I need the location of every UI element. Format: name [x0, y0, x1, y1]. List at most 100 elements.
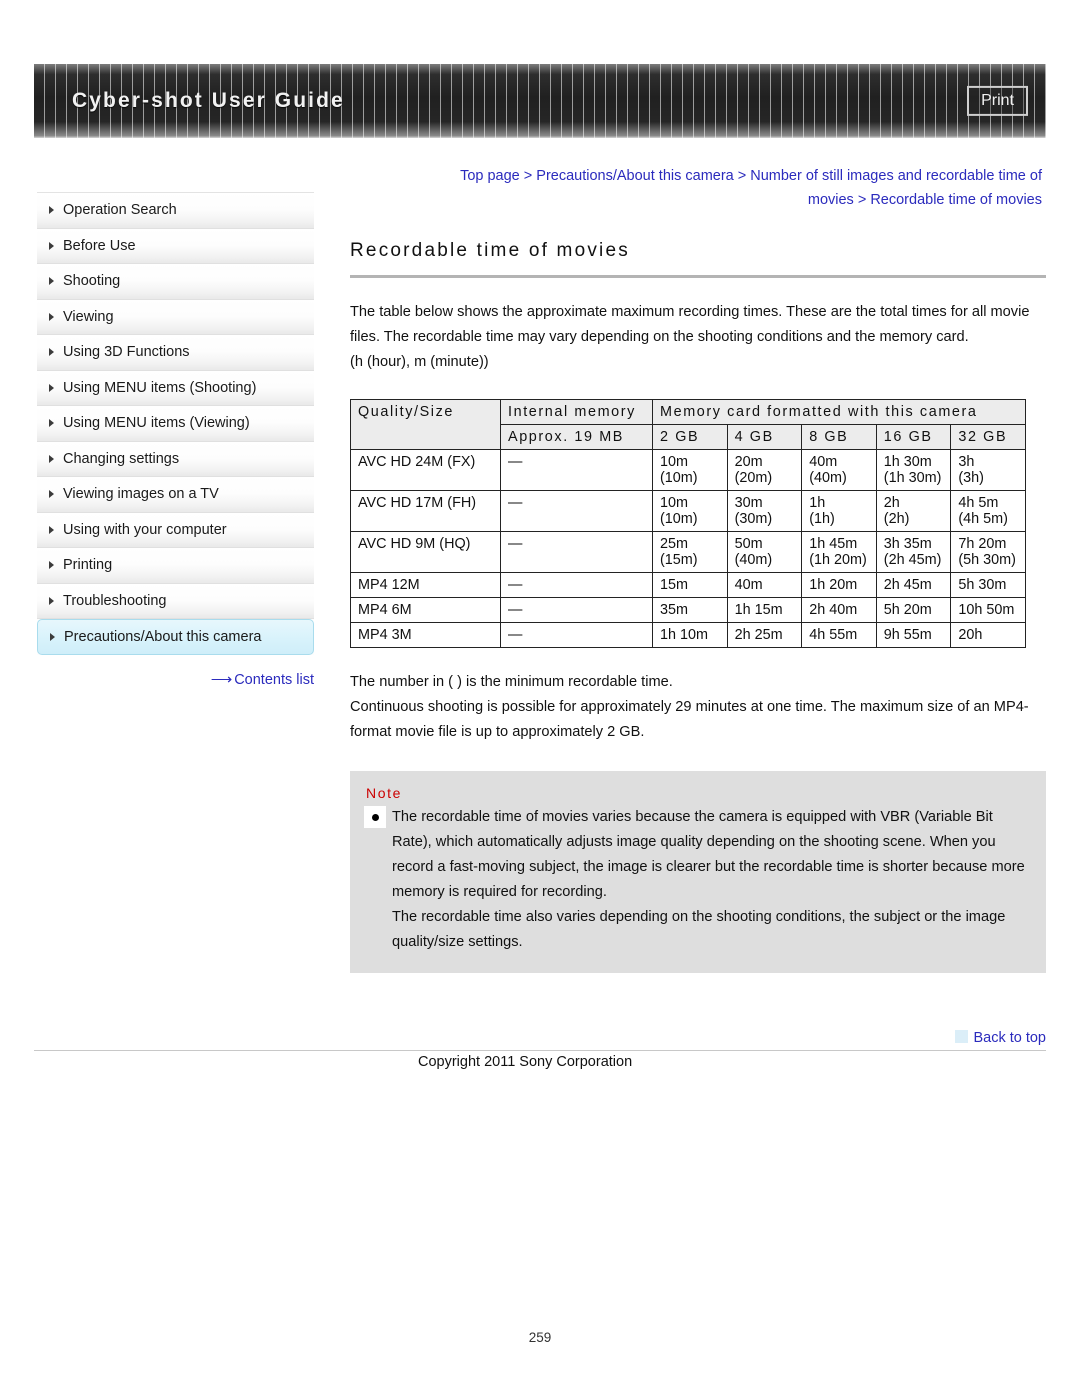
col-header-capacity: Approx. 19 MB [500, 424, 653, 450]
cell-internal-memory: — [500, 490, 653, 532]
cell-recordable-time: 40m [726, 572, 803, 598]
cell-min-value: (40m) [734, 552, 773, 568]
cell-recordable-time: 50m (40m) [726, 531, 803, 573]
cell-main-value: 20m [734, 454, 763, 470]
site-header-banner: Cyber-shot User Guide Print [34, 64, 1046, 138]
cell-min-value: (40m) [809, 470, 847, 486]
cell-main-value: 1h 20m [809, 577, 858, 593]
breadcrumb[interactable]: Top page > Precautions/About this camera… [390, 164, 1042, 212]
sidebar-item-viewing[interactable]: Viewing [37, 299, 314, 335]
sidebar-item-operation-search[interactable]: Operation Search [37, 193, 314, 229]
sidebar-item-label: Using with your computer [63, 521, 227, 538]
triangle-right-icon [49, 348, 54, 357]
cell-recordable-time: 4h 55m [801, 622, 877, 648]
table-row: AVC HD 9M (HQ) —25m (15m) 50m (40m) 1h 45m (1h… [350, 531, 1026, 573]
print-button[interactable]: Print [967, 85, 1028, 117]
triangle-right-icon [49, 419, 54, 428]
cell-min-value: (1h) [809, 511, 835, 527]
col-header-quality-size: Quality/Size [350, 399, 501, 450]
sidebar-item-label: Troubleshooting [63, 592, 167, 609]
sidebar-item-shooting[interactable]: Shooting [37, 264, 314, 300]
cell-min-value: (15m) [660, 552, 698, 568]
sidebar-item-label: Viewing images on a TV [63, 486, 219, 503]
row-label-quality: AVC HD 9M (HQ) [350, 531, 501, 573]
cell-main-value: 1h 30m [883, 454, 932, 470]
cell-main-value: 30m [734, 495, 763, 511]
sidebar-item-label: Shooting [63, 273, 121, 290]
cell-min-value: (20m) [734, 470, 773, 486]
cell-recordable-time: 4h 5m (4h 5m) [950, 490, 1026, 532]
row-label-quality: AVC HD 17M (FH) [350, 490, 501, 532]
copyright-text: Copyright 2011 Sony Corporation [418, 1054, 633, 1070]
triangle-right-icon [49, 206, 54, 215]
col-header-capacity: 2 GB [652, 424, 728, 450]
cell-recordable-time: 1h 15m [726, 597, 803, 623]
sidebar-item-viewing-images-on-a-tv[interactable]: Viewing images on a TV [37, 477, 314, 513]
cell-main-value: 50m [734, 536, 763, 552]
triangle-right-icon [49, 596, 54, 605]
col-header-capacity: 16 GB [875, 424, 952, 450]
col-header-capacity: 8 GB [801, 424, 877, 450]
cell-recordable-time: 9h 55m [875, 622, 952, 648]
cell-min-value: (2h) [883, 511, 910, 527]
units-note: (h (hour), m (minute)) [350, 354, 489, 370]
breadcrumb-line-1[interactable]: Top page > Precautions/About this camera… [460, 168, 1042, 184]
table-header-row-1: Quality/Size Internal memory Memory card f… [350, 399, 1026, 450]
back-to-top-icon [955, 1030, 969, 1043]
table-row: AVC HD 24M (FX) —10m (10m) 20m (20m) 40m (40m)… [350, 449, 1026, 491]
cell-recordable-time: 1h 10m [652, 622, 728, 648]
contents-list-link[interactable]: ⟶ Contents list [37, 670, 314, 688]
cell-recordable-time: 2h (2h) [875, 490, 952, 532]
cell-main-value: 25m [660, 536, 688, 552]
bullet-icon [364, 806, 386, 828]
table-row: MP4 3M — 1h 10m 2h 25m 4h 55m 9h 55m 20h [350, 622, 1026, 648]
sidebar-item-precautions-about-this-camera[interactable]: Precautions/About this camera [37, 619, 314, 655]
triangle-right-icon [49, 561, 54, 570]
sidebar-item-printing[interactable]: Printing [37, 548, 314, 584]
note-body: The recordable time of movies varies bec… [392, 805, 1028, 955]
cell-main-value: 40m [734, 577, 763, 593]
sidebar-item-before-use[interactable]: Before Use [37, 228, 314, 264]
cell-internal-memory: — [500, 622, 653, 648]
cell-recordable-time: 2h 45m [875, 572, 952, 598]
cell-main-value: 4h 55m [809, 627, 858, 643]
back-to-top-label[interactable]: Back to top [973, 1030, 1046, 1046]
cell-min-value: (10m) [660, 511, 698, 527]
sidebar-item-using-with-your-computer[interactable]: Using with your computer [37, 512, 314, 548]
cell-main-value: 5h 30m [958, 577, 1007, 593]
cell-recordable-time: 15m [652, 572, 728, 598]
cell-min-value: (10m) [660, 470, 698, 486]
sidebar-item-using-menu-items-viewing[interactable]: Using MENU items (Viewing) [37, 406, 314, 442]
contents-list-label[interactable]: Contents list [234, 672, 314, 688]
cell-main-value: 9h 55m [883, 627, 932, 643]
breadcrumb-line-2[interactable]: movies > Recordable time of movies [808, 192, 1042, 208]
cell-main-value: 2h 40m [809, 602, 858, 618]
cell-recordable-time: 10m (10m) [652, 490, 728, 532]
col-header-capacity: 4 GB [726, 424, 803, 450]
note-item: The recordable time of movies varies bec… [364, 805, 1028, 955]
table-row: MP4 12M — 15m 40m 1h 20m 2h 45m 5h 30m [350, 572, 1026, 598]
table-row: AVC HD 17M (FH) —10m (10m) 30m (30m) 1h (1h) 2h… [350, 490, 1026, 532]
cell-recordable-time: 20h [950, 622, 1026, 648]
sidebar-item-changing-settings[interactable]: Changing settings [37, 441, 314, 477]
row-label-quality: MP4 3M [350, 622, 501, 648]
cell-main-value: 10h 50m [958, 602, 1015, 618]
sidebar-item-troubleshooting[interactable]: Troubleshooting [37, 583, 314, 619]
triangle-right-icon [49, 277, 54, 286]
intro-paragraph: The table below shows the approximate ma… [350, 304, 1030, 345]
sidebar-item-label: Operation Search [63, 202, 177, 219]
sidebar-item-label: Using MENU items (Shooting) [63, 379, 257, 396]
sidebar-item-using-menu-items-shooting[interactable]: Using MENU items (Shooting) [37, 370, 314, 406]
sidebar-item-using-3d-functions[interactable]: Using 3D Functions [37, 335, 314, 371]
cell-recordable-time: 1h (1h) [801, 490, 877, 532]
minimum-time-note: The number in ( ) is the minimum recorda… [350, 674, 673, 690]
cell-recordable-time: 2h 40m [801, 597, 877, 623]
cell-internal-memory: — [500, 572, 653, 598]
cell-recordable-time: 3h 35m (2h 45m) [875, 531, 952, 573]
col-header-memory-card: Memory card formatted with this camera [652, 399, 1026, 425]
cell-recordable-time: 1h 30m (1h 30m) [875, 449, 952, 491]
back-to-top-link[interactable]: Back to top [350, 1030, 1046, 1046]
cell-recordable-time: 3h (3h) [950, 449, 1026, 491]
cell-recordable-time: 1h 20m [801, 572, 877, 598]
table-row: MP4 6M — 35m 1h 15m 2h 40m 5h 20m 10h 50m [350, 597, 1026, 623]
